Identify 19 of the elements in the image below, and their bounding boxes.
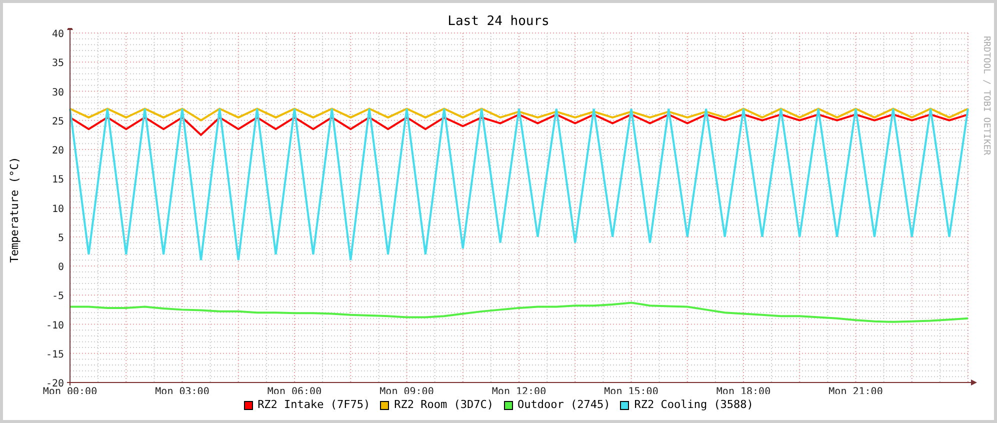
- legend-label: RZ2 Cooling (3588): [634, 396, 754, 413]
- legend-label: RZ2 Room (3D7C): [394, 396, 494, 413]
- y-tick-label: 30: [52, 87, 64, 98]
- y-axis-label: Temperature (°C): [8, 156, 21, 263]
- y-tick-label: 35: [52, 58, 64, 70]
- credit-text: RRDTOOL / TOBI OETIKER: [981, 36, 991, 156]
- legend-label: RZ2 Intake (7F75): [258, 396, 370, 413]
- y-tick-label: 10: [52, 204, 64, 215]
- y-tick-label: 15: [52, 174, 64, 186]
- y-tick-label: 0: [58, 262, 64, 273]
- y-tick-label: 5: [58, 232, 64, 244]
- y-tick-label: -5: [52, 291, 64, 302]
- y-tick-label: 20: [52, 145, 64, 156]
- legend-label: Outdoor (2745): [518, 396, 610, 413]
- y-tick-label: -15: [46, 349, 64, 360]
- y-tick-label: -10: [46, 320, 64, 332]
- chart-title: Last 24 hours: [448, 14, 550, 28]
- y-tick-label: 40: [52, 28, 64, 40]
- y-tick-label: 25: [52, 116, 64, 128]
